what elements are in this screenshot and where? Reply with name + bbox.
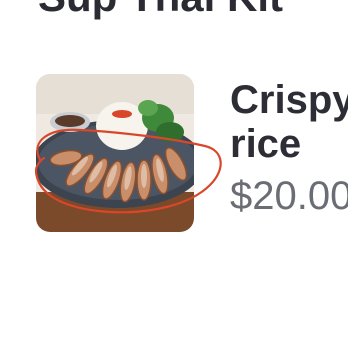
item-price: $20.00	[230, 174, 348, 218]
food-photo-icon[interactable]	[36, 74, 194, 232]
item-name: Crispy rice	[230, 78, 348, 166]
menu-item-card[interactable]: Crispy rice $20.00	[0, 70, 348, 240]
screen: Sup Thai Kit	[0, 0, 348, 348]
item-name-line1: Crispy	[230, 78, 348, 122]
restaurant-title: Sup Thai Kit	[38, 0, 283, 18]
item-name-line2: rice	[230, 122, 302, 166]
